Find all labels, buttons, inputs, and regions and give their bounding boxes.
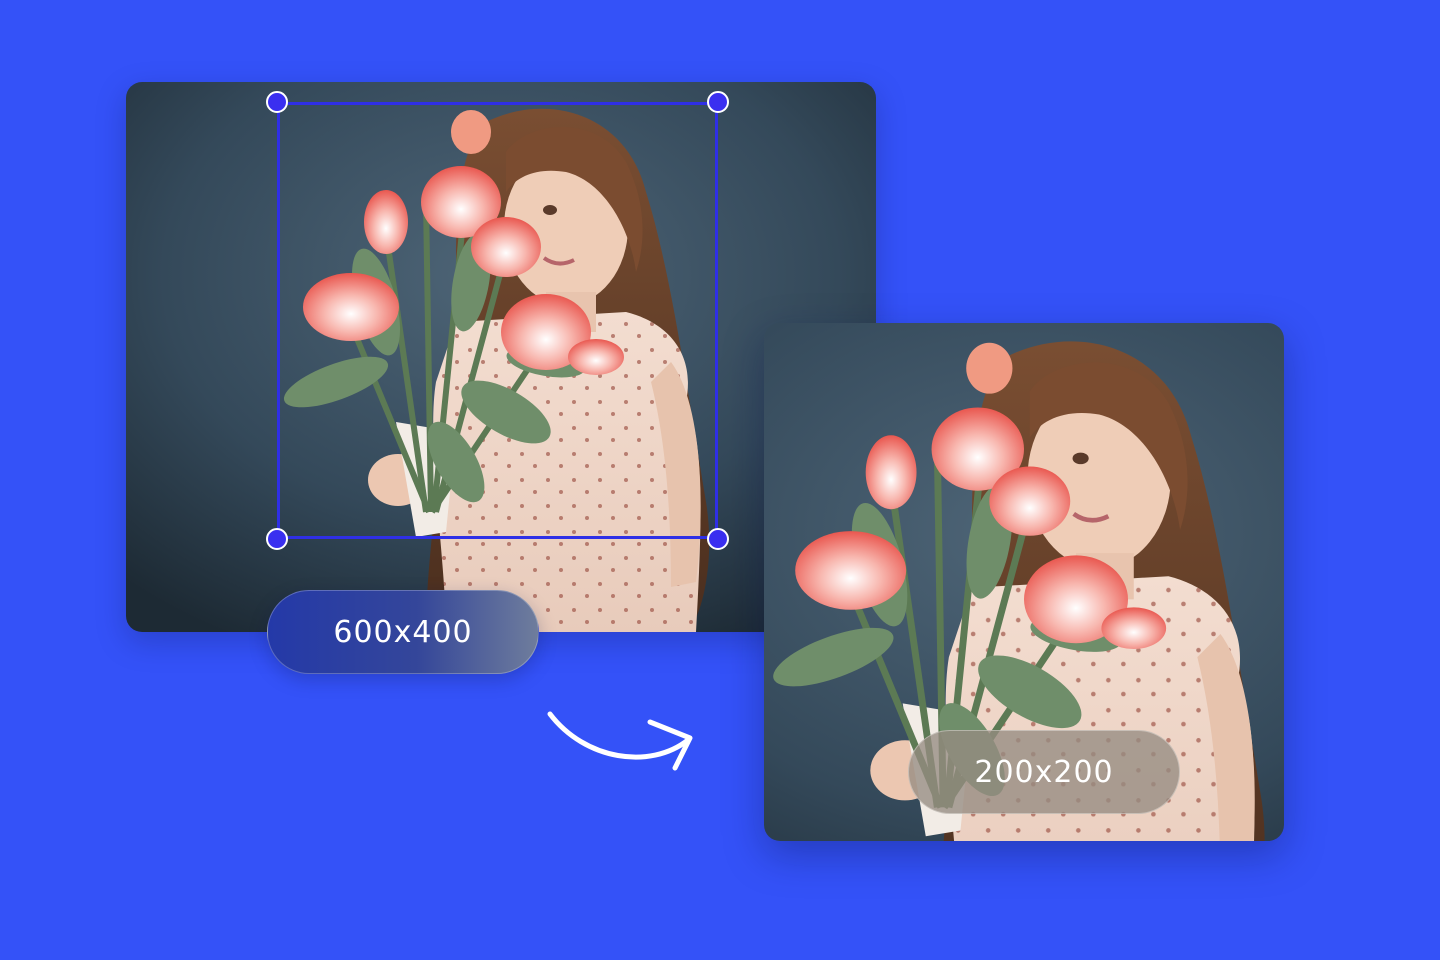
source-size-badge: 600x400 <box>267 590 539 674</box>
result-size-label: 200x200 <box>974 754 1114 790</box>
crop-handle-bottom-left[interactable] <box>266 528 288 550</box>
crop-handle-bottom-right[interactable] <box>707 528 729 550</box>
crop-handle-top-right[interactable] <box>707 91 729 113</box>
crop-handle-top-left[interactable] <box>266 91 288 113</box>
crop-selection-box[interactable] <box>277 102 718 539</box>
curved-arrow-right-icon <box>547 711 693 771</box>
source-size-label: 600x400 <box>333 614 473 650</box>
result-size-badge: 200x200 <box>908 730 1180 814</box>
